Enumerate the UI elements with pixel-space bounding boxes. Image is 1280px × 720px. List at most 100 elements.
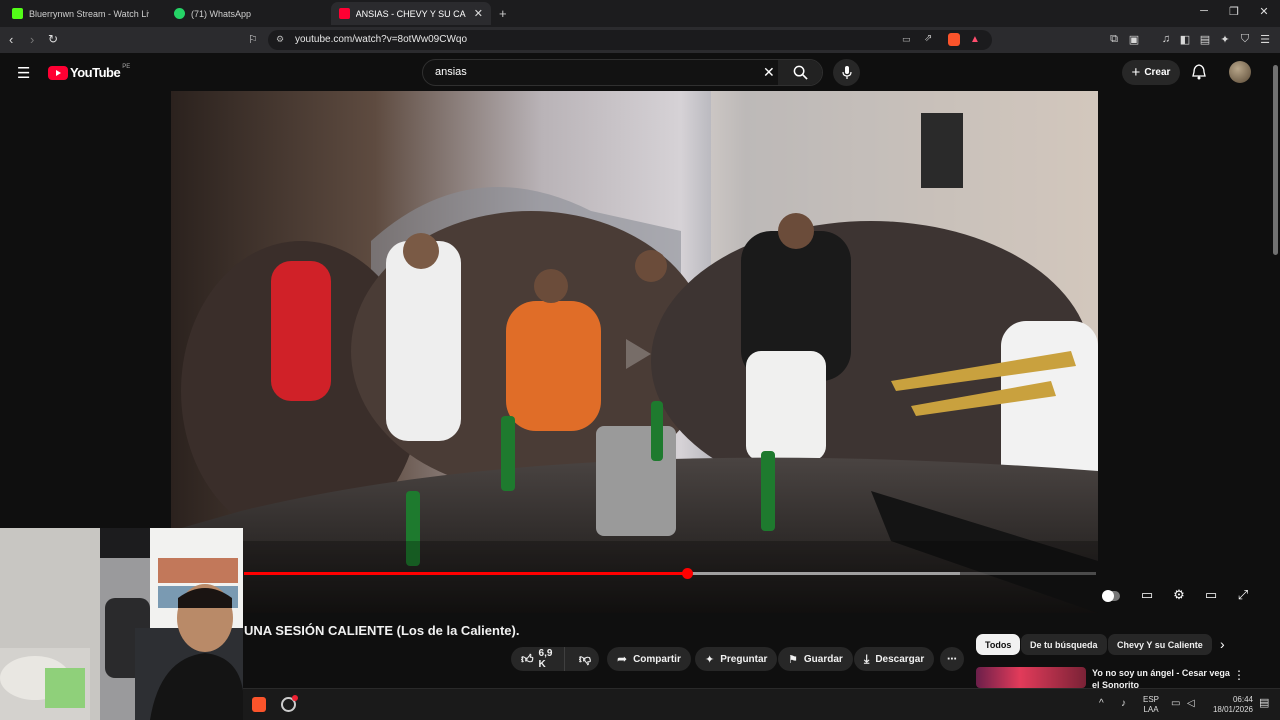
share-button[interactable]: ➦ Compartir [607, 647, 691, 671]
reload-icon[interactable]: ↻ [48, 32, 58, 46]
media-icon[interactable]: ♫ [1159, 33, 1173, 45]
create-label: Crear [1144, 67, 1171, 78]
taskbar: ^ ♪ ESP LAA ▭ ◁ 06:44 18/01/2026 ▤ [243, 688, 1280, 720]
voice-search-button[interactable] [833, 59, 860, 86]
url-text: youtube.com/watch?v=8otWw09CWqo [295, 34, 468, 45]
more-actions-button[interactable]: ⋯ [940, 647, 964, 671]
tray-mic-icon[interactable]: ♪ [1121, 699, 1126, 709]
restore-button[interactable]: ❐ [1219, 5, 1249, 18]
site-settings-icon[interactable]: ⚙ [276, 34, 284, 45]
notifications-button[interactable] [1192, 64, 1206, 85]
share-icon[interactable]: ⇗ [924, 33, 932, 44]
tab-kick-stream[interactable]: Bluerrynwn Stream - Watch Live [4, 2, 164, 25]
scrollbar-thumb[interactable] [1273, 65, 1278, 255]
extensions-icon[interactable]: ⧉ [1107, 33, 1121, 46]
forward-icon[interactable]: › [30, 32, 34, 47]
ask-label: Preguntar [720, 653, 768, 665]
tab-whatsapp[interactable]: (71) WhatsApp [166, 2, 326, 25]
webcam-overlay [0, 528, 243, 720]
avatar[interactable] [1229, 61, 1251, 83]
search-button[interactable] [778, 60, 822, 85]
subtitles-icon[interactable]: ▭ [1138, 587, 1156, 603]
clock[interactable]: 06:44 18/01/2026 [1207, 695, 1253, 715]
whatsapp-icon [174, 8, 185, 19]
language-indicator[interactable]: ESP LAA [1143, 695, 1159, 715]
thumbs-up-icon: 👍︎ [521, 651, 534, 666]
settings-gear-icon[interactable]: ⚙ [1170, 587, 1188, 603]
sparkle-icon: ✦ [705, 653, 715, 666]
theater-mode-icon[interactable]: ▭ [1202, 587, 1220, 603]
bookmark-save-icon: ⚑ [788, 653, 798, 666]
leo-ai-icon[interactable]: ✦ [1218, 33, 1232, 46]
recommendation-thumbnail[interactable] [976, 667, 1086, 688]
brave-taskbar-icon[interactable] [252, 697, 266, 712]
progress-bar[interactable] [244, 568, 1096, 579]
clear-search-icon[interactable]: ✕ [763, 64, 775, 81]
back-icon[interactable]: ‹ [9, 32, 13, 47]
dislike-button[interactable]: 👎︎ [571, 652, 599, 667]
video-player[interactable] [171, 91, 1098, 613]
thumbs-down-icon: 👎︎ [578, 651, 591, 666]
chips-next-icon[interactable]: › [1220, 636, 1225, 652]
tab-search-icon[interactable]: ▣ [1127, 33, 1141, 46]
close-tab-icon[interactable]: ✕ [474, 7, 483, 20]
more-horizontal-icon: ⋯ [947, 653, 957, 665]
volume-icon[interactable]: ◁ [1187, 699, 1195, 709]
microphone-icon [841, 65, 852, 79]
plus-icon: + [1131, 64, 1141, 81]
webcam-image [0, 528, 243, 720]
obs-taskbar-icon[interactable] [281, 695, 298, 712]
save-button[interactable]: ⚑ Guardar [778, 647, 853, 671]
bell-icon [1192, 64, 1206, 80]
notification-center-icon[interactable]: ▤ [1259, 698, 1269, 709]
autoplay-toggle[interactable] [1102, 587, 1120, 602]
played-bar [244, 572, 688, 575]
search-icon [793, 65, 808, 80]
recommendation-title[interactable]: Yo no soy un ángel - Cesar vega el Sonor… [1092, 667, 1232, 688]
like-button[interactable]: 👍︎ 6,9 K [511, 647, 565, 671]
tab-youtube-active[interactable]: ANSIAS - CHEVY Y SU CALIENTE ✕ [331, 2, 491, 25]
recommendation-menu-icon[interactable]: ⋮ [1233, 668, 1245, 682]
brave-rewards-icon[interactable]: ▲ [970, 34, 980, 45]
close-window-button[interactable]: ✕ [1249, 5, 1279, 18]
search-box[interactable]: ansias ✕ [422, 59, 823, 86]
hamburger-menu-icon[interactable]: ☰ [17, 64, 30, 82]
vpn-icon[interactable]: ⛉ [1238, 33, 1252, 46]
tray-chevron-icon[interactable]: ^ [1099, 699, 1104, 709]
brave-shields-icon[interactable] [948, 33, 960, 46]
create-button[interactable]: + Crear [1122, 60, 1180, 85]
scrubber-handle[interactable] [682, 568, 694, 579]
address-bar[interactable]: ⚙ youtube.com/watch?v=8otWw09CWqo ▭ ⇗ ▲ [268, 30, 992, 50]
kick-icon [12, 8, 23, 19]
search-input[interactable]: ansias [435, 66, 467, 78]
tab-title: Bluerrynwn Stream - Watch Live [29, 8, 149, 19]
youtube-play-logo-icon [48, 65, 68, 80]
network-icon[interactable]: ▭ [1171, 699, 1180, 709]
like-count: 6,9 K [538, 648, 553, 670]
ask-button[interactable]: ✦ Preguntar [695, 647, 778, 671]
sidebar-icon[interactable]: ◧ [1178, 33, 1192, 46]
download-label: Descargar [875, 653, 925, 665]
menu-icon[interactable]: ☰ [1258, 33, 1272, 46]
browser-toolbar: ‹ › ↻ ⚐ ⚙ youtube.com/watch?v=8otWw09CWq… [0, 27, 1280, 53]
chip-all[interactable]: Todos [976, 634, 1021, 655]
browser-tab-strip: Bluerrynwn Stream - Watch Live (71) What… [0, 0, 1280, 27]
chip-from-search[interactable]: De tu búsqueda [1021, 634, 1107, 655]
download-icon: ⤓ [864, 651, 870, 666]
video-frame-image [171, 91, 1098, 613]
fullscreen-icon[interactable]: ⤢ [1234, 587, 1252, 603]
like-dislike-group: 👍︎ 6,9 K 👎︎ [511, 647, 599, 671]
youtube-logo[interactable]: YouTube PE [48, 63, 131, 80]
video-title: UNA SESIÓN CALIENTE (Los de la Caliente)… [244, 623, 520, 638]
wallet-icon[interactable]: ▤ [1198, 33, 1212, 46]
logo-region: PE [122, 63, 131, 70]
page-scrollbar[interactable] [1271, 53, 1280, 688]
clock-date: 18/01/2026 [1212, 705, 1253, 714]
chip-artist[interactable]: Chevy Y su Caliente [1108, 634, 1212, 655]
bookmark-icon[interactable]: ⚐ [248, 33, 258, 46]
cast-icon[interactable]: ▭ [902, 34, 911, 45]
tab-title: ANSIAS - CHEVY Y SU CALIENTE [355, 8, 466, 19]
new-tab-button[interactable]: + [499, 6, 507, 21]
download-button[interactable]: ⤓ Descargar [854, 647, 935, 671]
minimize-button[interactable]: ─ [1189, 5, 1219, 17]
